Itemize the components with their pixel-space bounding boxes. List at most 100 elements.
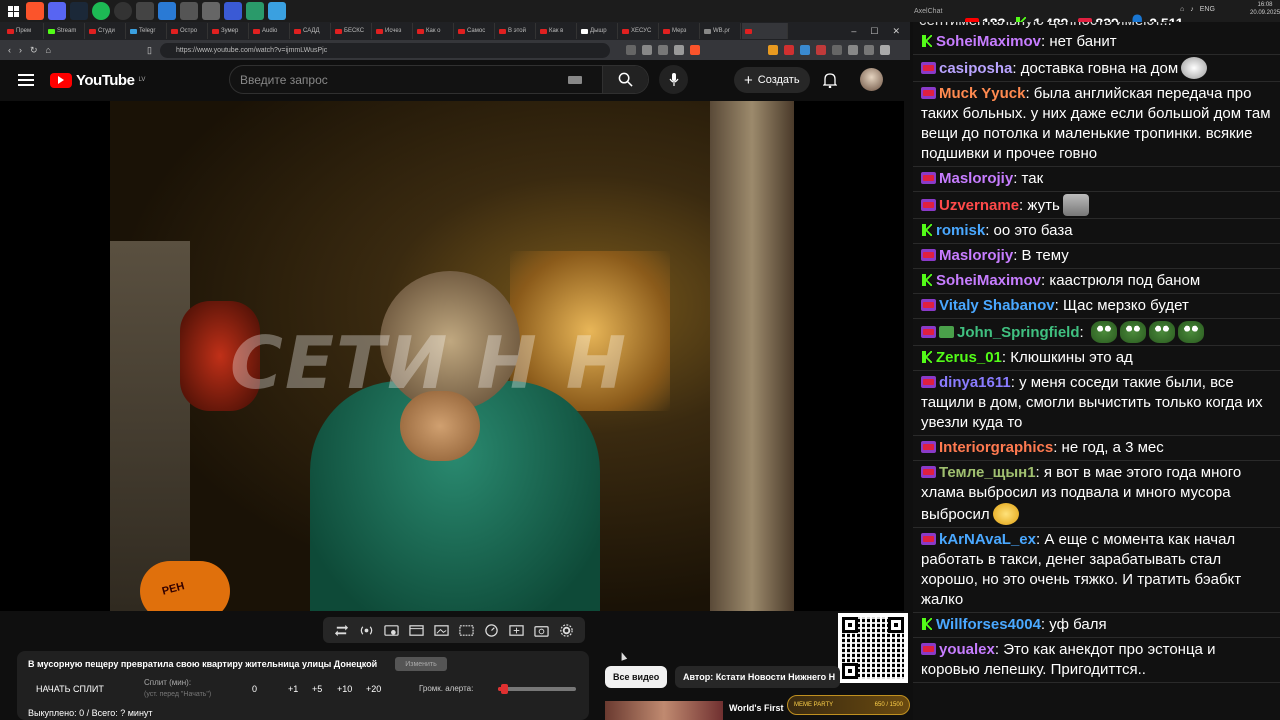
discord-icon[interactable] [48, 2, 66, 20]
video-player[interactable]: СЕТИ Н Н РЕН [0, 101, 904, 611]
picture-icon[interactable] [434, 622, 450, 638]
author-chip[interactable]: Автор: Кстати Новости Нижнего Н [675, 666, 840, 688]
shield-icon[interactable] [689, 45, 700, 55]
increment-button[interactable]: +1 [288, 684, 298, 694]
app-icon-4[interactable] [202, 2, 220, 20]
extension-icon[interactable] [879, 45, 890, 55]
loop-icon[interactable] [334, 622, 350, 638]
extension-icon[interactable] [783, 45, 794, 55]
brave-icon[interactable] [26, 2, 44, 20]
add-frame-icon[interactable] [509, 622, 525, 638]
close-icon[interactable]: ✕ [892, 26, 900, 37]
app-icon-5[interactable] [224, 2, 242, 20]
youtube-logo[interactable]: YouTube LV [50, 72, 145, 89]
browser-tab[interactable]: Как о [414, 23, 454, 39]
slider-knob[interactable] [501, 684, 508, 694]
app-icon-7[interactable] [268, 2, 286, 20]
browser-tab[interactable]: Самос [455, 23, 495, 39]
reload-icon[interactable]: ↻ [30, 45, 38, 56]
browser-tab[interactable]: Как в [537, 23, 577, 39]
chat-username[interactable]: Uzvername [939, 197, 1019, 214]
extension-icon[interactable] [625, 45, 636, 55]
minimize-icon[interactable]: – [851, 26, 856, 37]
increment-button[interactable]: +5 [312, 684, 322, 694]
chat-username[interactable]: Willforses4004 [936, 616, 1041, 633]
chat-username[interactable]: John_Springfield [957, 324, 1080, 341]
fullscreen-frame-icon[interactable] [459, 622, 475, 638]
volume-icon[interactable]: ♪ [1190, 6, 1194, 13]
browser-tab[interactable]: САДД [291, 23, 331, 39]
chat-username[interactable]: SoheiMaximov [936, 33, 1041, 50]
maximize-icon[interactable]: ☐ [870, 26, 878, 37]
app-icon-3[interactable] [180, 2, 198, 20]
keyboard-icon[interactable] [568, 75, 582, 84]
chat-username[interactable]: Interiorgraphics [939, 439, 1053, 456]
browser-tab[interactable]: Stream [45, 23, 85, 39]
split-value[interactable]: 0 [252, 684, 257, 694]
chat-panel[interactable]: сентиментальную ценность имеют... SoheiM… [913, 22, 1280, 720]
extension-icon[interactable] [815, 45, 826, 55]
hamburger-menu-icon[interactable] [18, 74, 34, 86]
browser-tab[interactable]: Прем [4, 23, 44, 39]
windows-start-icon[interactable] [4, 2, 22, 20]
chat-username[interactable]: Темле_щын1 [939, 464, 1036, 481]
chat-username[interactable]: Vitaly Shabanov [939, 297, 1055, 314]
notifications-bell-icon[interactable] [822, 72, 838, 93]
browser-tab[interactable]: Дышр [578, 23, 618, 39]
chat-username[interactable]: kArNAvaL_ex [939, 531, 1036, 548]
bookmark-icon[interactable]: ▯ [147, 45, 152, 56]
speed-gauge-icon[interactable] [484, 622, 500, 638]
camera-icon[interactable] [534, 622, 550, 638]
steam-icon[interactable] [70, 2, 88, 20]
increment-button[interactable]: +20 [366, 684, 381, 694]
alert-volume-slider[interactable] [498, 684, 576, 694]
spotify-icon[interactable] [92, 2, 110, 20]
settings-gear-icon[interactable] [559, 622, 575, 638]
voice-search-button[interactable] [659, 65, 688, 94]
browser-tab[interactable]: Остро [168, 23, 208, 39]
network-icon[interactable]: ⌂ [1180, 6, 1184, 13]
browser-tab[interactable]: Мерз [660, 23, 700, 39]
obs-icon[interactable] [114, 2, 132, 20]
browser-tab[interactable]: В этой [496, 23, 536, 39]
increment-button[interactable]: +10 [337, 684, 352, 694]
home-icon[interactable]: ⌂ [46, 45, 51, 55]
create-button[interactable]: + Создать [734, 67, 810, 93]
browser-tab[interactable]: Зумер [209, 23, 249, 39]
extension-icon[interactable] [847, 45, 858, 55]
search-input[interactable] [230, 72, 568, 87]
browser-tab[interactable]: Audio [250, 23, 290, 39]
browser-tab[interactable]: ХЕСУС [619, 23, 659, 39]
app-icon-6[interactable] [246, 2, 264, 20]
video-frame[interactable]: СЕТИ Н Н РЕН [110, 101, 794, 611]
extension-icon[interactable] [673, 45, 684, 55]
app-icon-2[interactable] [158, 2, 176, 20]
extension-icon[interactable] [863, 45, 874, 55]
extension-icon[interactable] [641, 45, 652, 55]
chat-username[interactable]: romisk [936, 222, 985, 239]
extension-icon[interactable] [799, 45, 810, 55]
language-indicator[interactable]: ENG [1200, 6, 1215, 13]
app-icon[interactable] [136, 2, 154, 20]
start-split-button[interactable]: НАЧАТЬ СПЛИТ [36, 684, 104, 694]
forward-icon[interactable]: › [19, 45, 22, 55]
chat-username[interactable]: Maslorojiy [939, 247, 1013, 264]
apply-button[interactable]: Изменить [395, 657, 447, 671]
chat-username[interactable]: dinya1611 [939, 374, 1011, 391]
extension-icon[interactable] [657, 45, 668, 55]
chat-username[interactable]: casiposha [939, 60, 1012, 77]
account-avatar[interactable] [860, 68, 883, 91]
browser-tab[interactable]: БЕСКС [332, 23, 372, 39]
chat-username[interactable]: SoheiMaximov [936, 272, 1041, 289]
all-videos-chip[interactable]: Все видео [605, 666, 668, 688]
back-icon[interactable]: ‹ [8, 45, 11, 55]
browser-tab[interactable]: Telegr [127, 23, 167, 39]
screen-eye-icon[interactable] [384, 622, 400, 638]
related-video-title[interactable]: World's First [729, 703, 783, 713]
chat-username[interactable]: youalex [939, 641, 995, 658]
browser-tab[interactable] [742, 23, 788, 39]
chat-username[interactable]: Muck Yyuck [939, 85, 1025, 102]
extension-icon[interactable] [831, 45, 842, 55]
browser-tab[interactable]: Исчез [373, 23, 413, 39]
extension-icon[interactable] [767, 45, 778, 55]
